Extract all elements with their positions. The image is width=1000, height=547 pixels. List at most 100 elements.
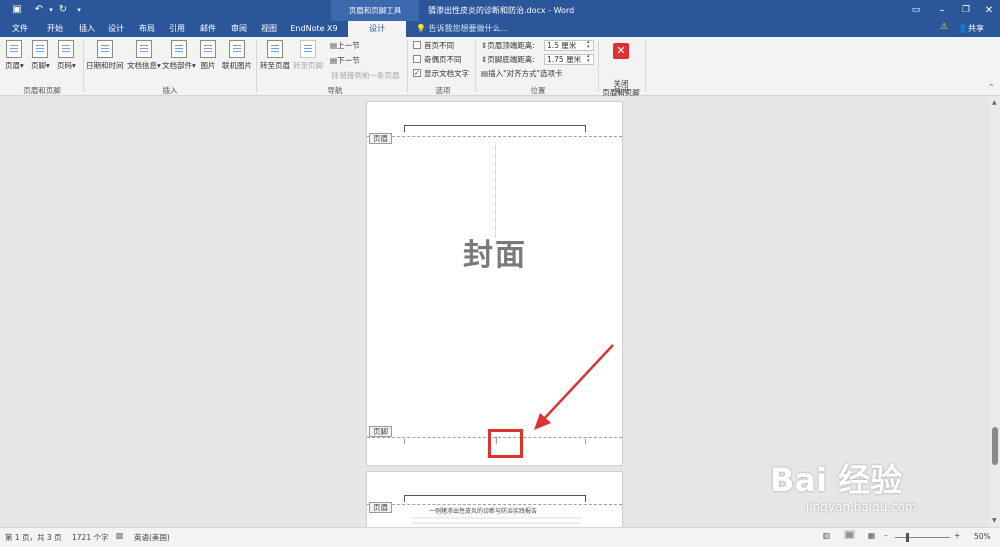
- zoom-slider[interactable]: [895, 537, 950, 538]
- redo-icon[interactable]: ↻: [56, 3, 70, 17]
- show-document-text-label: 显示文档文字: [424, 69, 469, 78]
- group-label-navigation: 导航: [327, 86, 343, 95]
- goto-footer-label: 转至页脚: [293, 61, 323, 70]
- baidu-logo: Bai 经验: [770, 455, 902, 501]
- group-separator: [475, 40, 476, 92]
- zoom-in-icon[interactable]: +: [954, 531, 960, 540]
- tab-view[interactable]: 视图: [257, 21, 281, 37]
- previous-section-label: 上一节: [337, 41, 360, 50]
- arrow-shaft: [541, 344, 614, 422]
- text-cursor: |: [495, 436, 498, 444]
- odd-even-checkbox[interactable]: [413, 55, 421, 63]
- share-button[interactable]: 👤共享: [958, 23, 984, 34]
- header-boundary: [367, 136, 622, 137]
- group-label-insert: 插入: [162, 86, 178, 95]
- document-info-button[interactable]: 文档信息▾: [127, 40, 161, 71]
- minimize-icon[interactable]: –: [930, 0, 954, 21]
- scroll-down-icon[interactable]: ▼: [992, 517, 997, 524]
- group-separator: [256, 40, 257, 92]
- tab-endnote[interactable]: EndNote X9: [288, 21, 340, 37]
- vertical-scrollbar[interactable]: ▲ ▼: [990, 97, 1000, 527]
- zoom-out-icon[interactable]: –: [884, 531, 888, 540]
- group-label-position: 位置: [530, 86, 546, 95]
- header-button-label: 页眉: [5, 61, 20, 70]
- header-boundary: [367, 504, 622, 505]
- tell-me-box[interactable]: 💡 告诉我您想要做什么...: [416, 21, 508, 37]
- tab-mailings[interactable]: 邮件: [196, 21, 220, 37]
- ribbon-options-icon[interactable]: ▭: [904, 0, 928, 21]
- goto-footer-button[interactable]: 转至页脚: [293, 40, 323, 71]
- page-number-button[interactable]: 页码▾: [57, 40, 76, 71]
- scroll-thumb[interactable]: [992, 427, 998, 465]
- proofing-icon[interactable]: ▧: [116, 531, 123, 540]
- footer-button[interactable]: 页脚▾: [31, 40, 50, 71]
- customize-icon[interactable]: ▾: [72, 3, 86, 17]
- warning-icon[interactable]: ⚠: [940, 22, 948, 32]
- quick-parts-button[interactable]: 文档部件▾: [162, 40, 196, 71]
- ribbon-tabs: 文件 开始 插入 设计 布局 引用 邮件 审阅 视图 EndNote X9 设计…: [0, 21, 1000, 37]
- goto-footer-icon: [300, 40, 316, 58]
- zoom-level[interactable]: 50%: [974, 532, 991, 541]
- picture-button[interactable]: 图片: [200, 40, 216, 71]
- close-icon[interactable]: ✕: [977, 0, 1000, 21]
- calendar-icon: [96, 40, 113, 58]
- header-tag: 页眉: [369, 502, 392, 513]
- tab-home[interactable]: 开始: [40, 21, 70, 37]
- odd-even-label: 奇偶页不同: [424, 55, 462, 64]
- header-distance-text: 页眉顶端距离:: [487, 41, 535, 50]
- title-bar: ▣ ↶ ▾ ↻ ▾ 页眉和页脚工具 猜渗出性皮炎的诊断和防治.docx - Wo…: [0, 0, 1000, 21]
- maximize-icon[interactable]: ❐: [954, 0, 978, 21]
- footer-tag: 页脚: [369, 426, 392, 437]
- group-separator: [407, 40, 408, 92]
- tell-me-text: 告诉我您想要做什么...: [428, 24, 509, 33]
- document-title: 猜渗出性皮炎的诊断和防治.docx - Word: [428, 6, 575, 15]
- tab-insert[interactable]: 插入: [73, 21, 101, 37]
- zoom-thumb[interactable]: [906, 533, 909, 542]
- date-time-label: 日期和时间: [86, 61, 124, 70]
- read-mode-icon[interactable]: ▥: [823, 531, 830, 540]
- footer-highlight-box: |: [488, 429, 523, 458]
- baidu-url: jingyan.baidu.com: [806, 500, 917, 514]
- insert-alignment-tab-label: 插入"对齐方式"选项卡: [488, 69, 563, 78]
- next-section-button[interactable]: ▤下一节: [330, 55, 360, 66]
- cover-title: 封面: [463, 238, 527, 273]
- header-distance-input[interactable]: 1.5 厘米: [544, 40, 594, 51]
- word-count[interactable]: 1721 个字: [72, 532, 108, 543]
- tab-review[interactable]: 审阅: [227, 21, 251, 37]
- footer-distance-input[interactable]: 1.75 厘米: [544, 54, 594, 65]
- tab-file[interactable]: 文件: [6, 21, 34, 37]
- previous-section-button[interactable]: ▤上一节: [330, 40, 360, 51]
- header-button[interactable]: 页眉▾: [5, 40, 24, 71]
- picture-icon: [200, 40, 216, 58]
- tab-design[interactable]: 设计: [104, 21, 128, 37]
- goto-header-button[interactable]: 转至页眉: [260, 40, 290, 71]
- insert-alignment-tab-button[interactable]: ▤插入"对齐方式"选项卡: [481, 68, 563, 79]
- page-count[interactable]: 第 1 页，共 3 页: [5, 532, 62, 543]
- page-2-heading: 一例猪渗出性皮炎的诊断与防治实践报告: [429, 508, 538, 515]
- header-line: [404, 125, 586, 132]
- group-label-header-footer: 页眉和页脚: [23, 86, 61, 95]
- print-layout-icon[interactable]: ▤: [844, 530, 856, 539]
- page-2[interactable]: 页眉 一例猪渗出性皮炎的诊断与防治实践报告: [366, 471, 623, 527]
- different-first-page-checkbox[interactable]: [413, 41, 421, 49]
- lightbulb-icon: 💡: [416, 24, 426, 33]
- tab-references[interactable]: 引用: [165, 21, 189, 37]
- document-info-icon: [135, 40, 152, 58]
- header-tag: 页眉: [369, 133, 392, 144]
- tab-header-footer-design[interactable]: 设计: [348, 21, 406, 37]
- scroll-up-icon[interactable]: ▲: [992, 99, 997, 106]
- show-document-text-checkbox[interactable]: ✓: [413, 69, 421, 77]
- goto-header-label: 转至页眉: [260, 61, 290, 70]
- link-to-previous-button[interactable]: ⛓链接到前一条页眉: [330, 70, 400, 81]
- tab-layout[interactable]: 布局: [135, 21, 159, 37]
- language-status[interactable]: 英语(美国): [134, 532, 170, 543]
- collapse-ribbon-icon[interactable]: ⌃: [988, 83, 995, 92]
- context-group-label: 页眉和页脚工具: [331, 0, 419, 21]
- web-layout-icon[interactable]: ▦: [868, 531, 875, 540]
- group-separator: [83, 40, 84, 92]
- share-label: 共享: [967, 24, 984, 33]
- status-bar: 第 1 页，共 3 页 1721 个字 ▧ 英语(美国) ▥ ▤ ▦ – + 5…: [0, 527, 1000, 547]
- save-icon[interactable]: ▣: [10, 3, 24, 17]
- date-time-button[interactable]: 日期和时间: [86, 40, 124, 71]
- online-picture-button[interactable]: 联机图片: [222, 40, 252, 71]
